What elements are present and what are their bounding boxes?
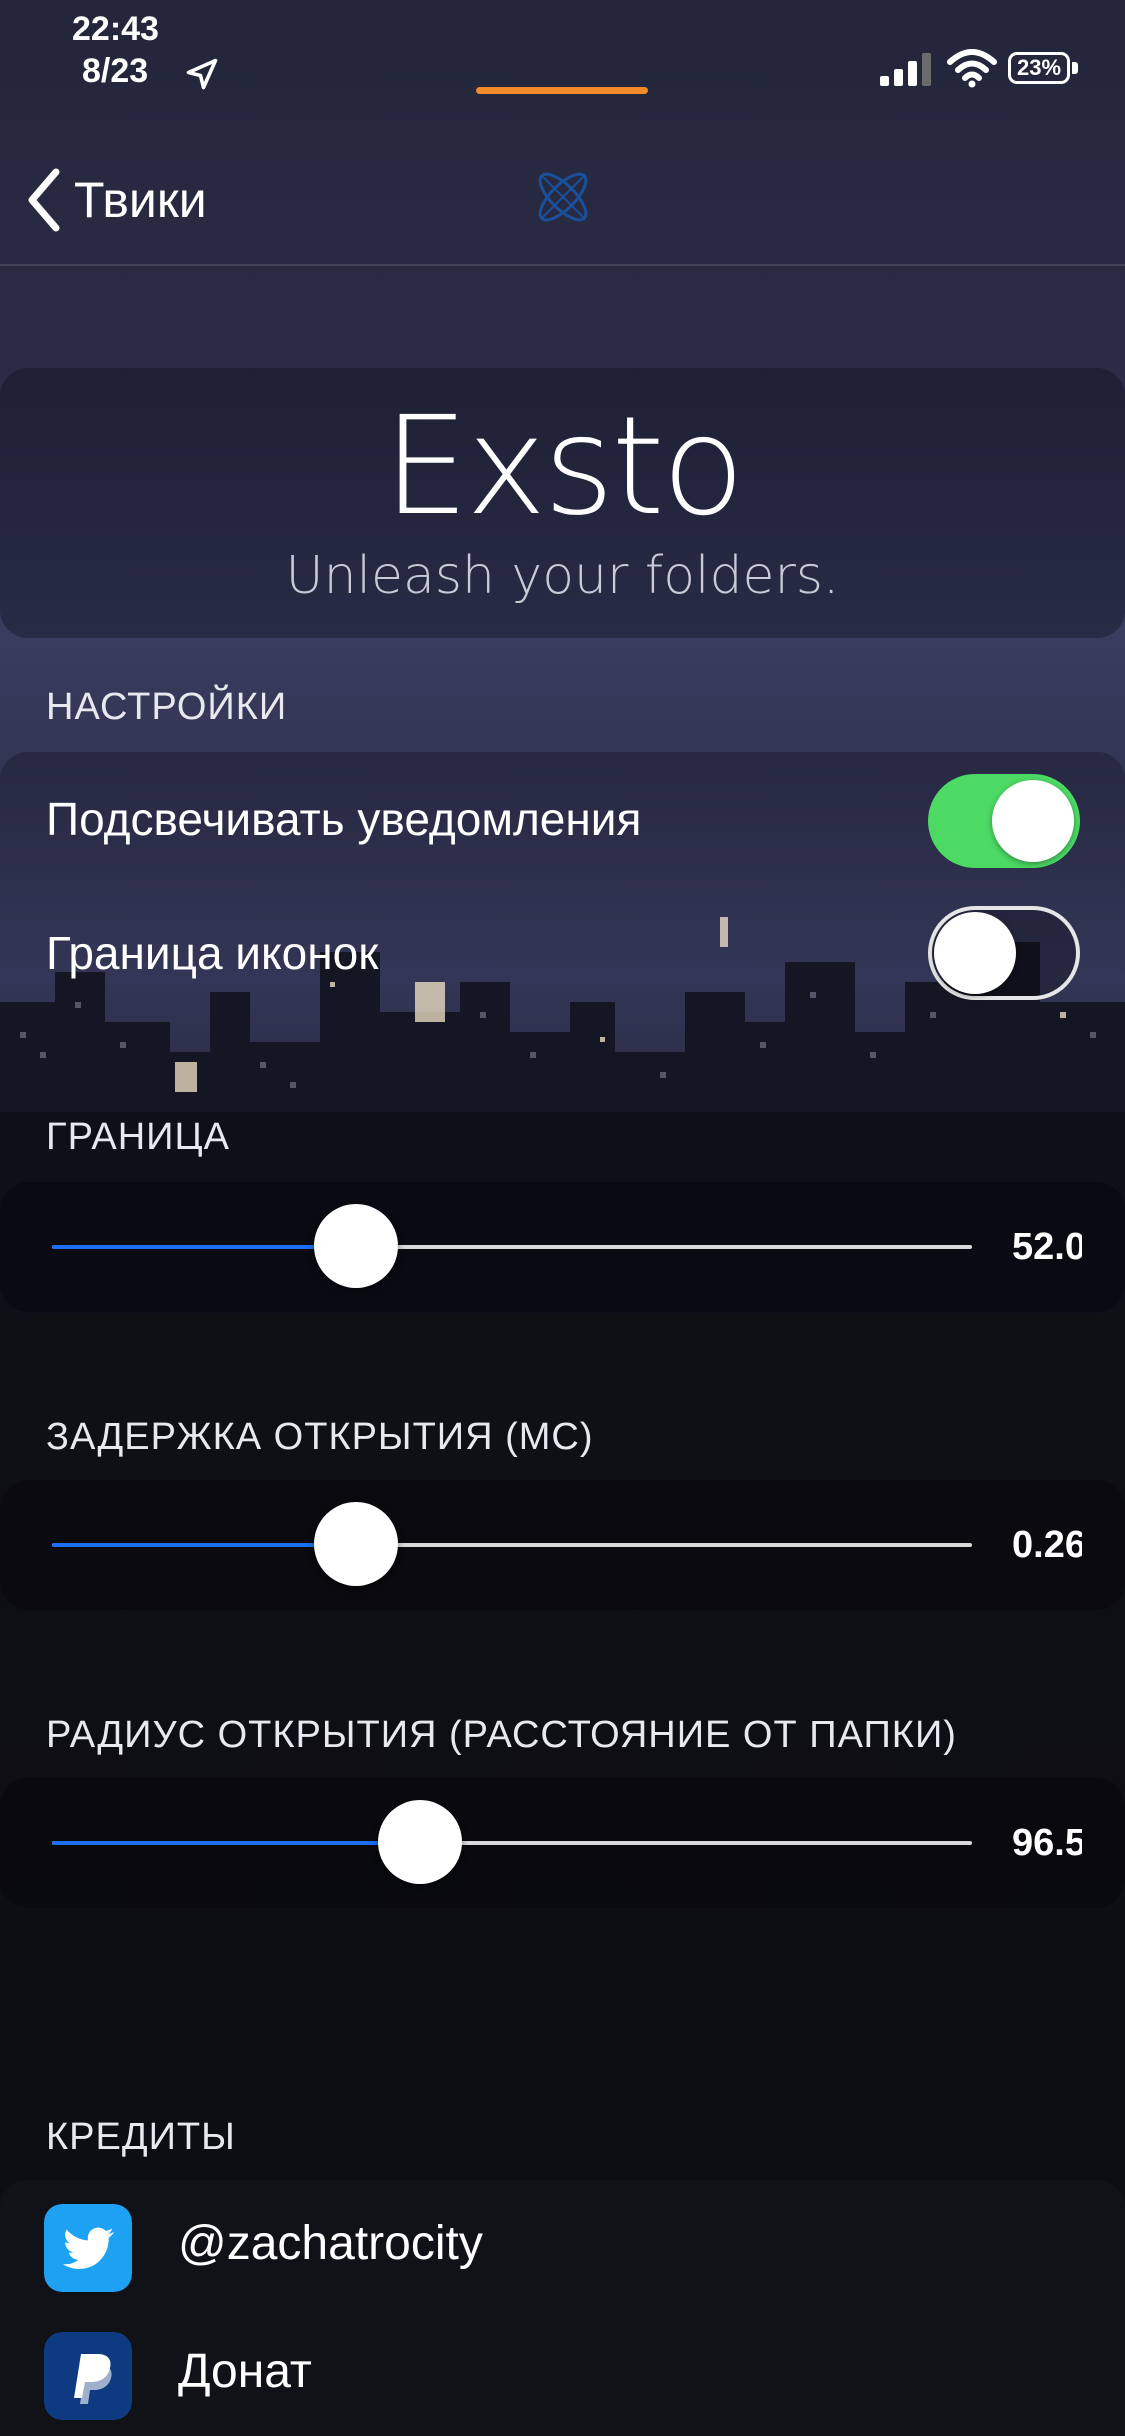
tweak-header-card: Exsto Unleash your folders. (0, 368, 1125, 638)
status-time: 22:43 (72, 10, 159, 48)
credit-row-donate[interactable]: Донат (0, 2308, 1125, 2436)
slider-row-open-delay: 0.26 (0, 1480, 1125, 1610)
status-date: 8/23 (82, 52, 149, 90)
back-button[interactable]: Твики (24, 162, 207, 238)
slider-thumb-border[interactable] (314, 1204, 398, 1288)
toggle-label-highlight-notifications: Подсвечивать уведомления (46, 793, 642, 845)
battery-cap (1072, 62, 1078, 74)
slider-track[interactable] (52, 1245, 972, 1249)
wifi-icon (947, 49, 997, 88)
app-title: Exsto (383, 388, 745, 546)
slider-value-border: 52.0 (1012, 1226, 1082, 1268)
slider-thumb-open-delay[interactable] (314, 1502, 398, 1586)
twitter-icon (44, 2204, 132, 2292)
slider-row-border: 52.0 (0, 1182, 1125, 1312)
battery-indicator: 23% (1008, 52, 1080, 86)
slider-value-open-radius: 96.5 (1012, 1822, 1082, 1864)
exsto-logo-icon (538, 172, 588, 222)
slider-fill (52, 1245, 356, 1249)
toggle-icon-border[interactable] (928, 906, 1080, 1000)
slider-fill (52, 1841, 420, 1845)
slider-thumb-open-radius[interactable] (378, 1800, 462, 1884)
section-header-open-delay: ЗАДЕРЖКА ОТКРЫТИЯ (МС) (46, 1416, 594, 1458)
location-arrow-icon (186, 58, 218, 90)
slider-track[interactable] (52, 1543, 972, 1547)
paypal-icon (44, 2332, 132, 2420)
slider-row-open-radius: 96.5 (0, 1778, 1125, 1908)
cellular-signal-icon (880, 53, 931, 86)
back-button-label: Твики (74, 172, 207, 228)
slider-fill (52, 1543, 356, 1547)
toggle-label-icon-border: Граница иконок (46, 927, 379, 979)
section-header-border: ГРАНИЦА (46, 1116, 230, 1158)
battery-percent: 23% (1008, 52, 1070, 84)
section-header-settings: НАСТРОЙКИ (46, 686, 288, 728)
section-header-open-radius: РАДИУС ОТКРЫТИЯ (РАССТОЯНИЕ ОТ ПАПКИ) (46, 1714, 957, 1756)
app-subtitle: Unleash your folders. (285, 546, 840, 606)
credit-row-twitter[interactable]: @zachatrocity (0, 2180, 1125, 2308)
top-indicator-bar (476, 87, 648, 94)
toggle-highlight-notifications[interactable] (928, 774, 1080, 868)
toggle-knob (992, 780, 1074, 862)
slider-track[interactable] (52, 1841, 972, 1845)
toggle-knob (934, 912, 1016, 994)
credits-group: @zachatrocity Донат (0, 2180, 1125, 2436)
chevron-left-icon (28, 168, 60, 232)
credit-label-twitter: @zachatrocity (178, 2217, 483, 2270)
nav-divider (0, 264, 1125, 266)
slider-value-open-delay: 0.26 (1012, 1524, 1082, 1566)
section-header-credits: КРЕДИТЫ (46, 2116, 236, 2158)
credit-label-donate: Донат (178, 2345, 312, 2398)
